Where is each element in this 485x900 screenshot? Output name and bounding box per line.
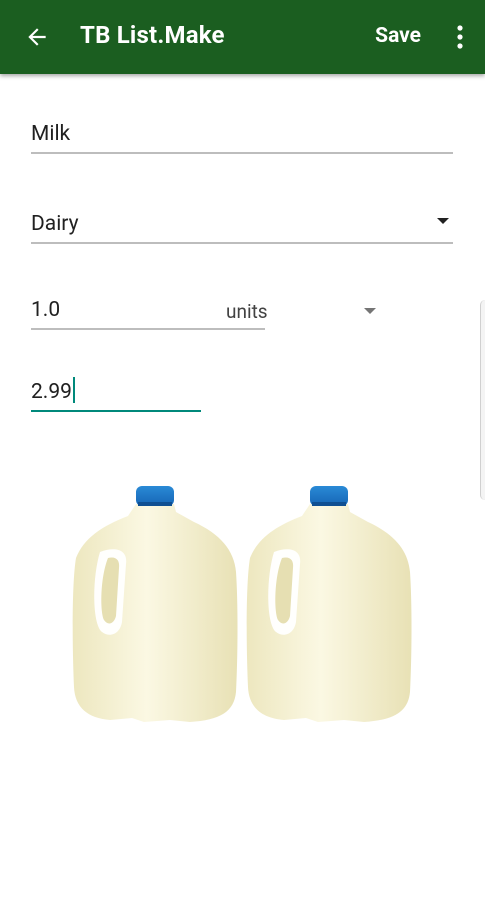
item-name-underline xyxy=(31,152,453,154)
save-button[interactable]: Save xyxy=(375,24,421,48)
category-dropdown[interactable]: Dairy xyxy=(31,202,453,244)
milk-jug-right xyxy=(246,486,412,722)
price-underline xyxy=(31,410,201,412)
app-bar: TB List.Make Save xyxy=(0,0,485,74)
unit-dropdown[interactable]: units xyxy=(226,300,268,323)
item-name-input[interactable]: Milk xyxy=(31,112,453,154)
milk-jug-left xyxy=(72,486,238,722)
quantity-underline xyxy=(31,328,265,330)
quantity-value: 1.0 xyxy=(31,298,61,322)
unit-dropdown-arrow-icon[interactable] xyxy=(364,308,376,314)
category-underline xyxy=(31,242,453,244)
price-value-wrap: 2.99 xyxy=(31,377,75,404)
milk-jugs-image xyxy=(72,486,412,722)
page-title: TB List.Make xyxy=(80,21,225,49)
overflow-menu-button[interactable] xyxy=(449,20,471,54)
price-value: 2.99 xyxy=(31,380,72,404)
back-button[interactable] xyxy=(18,18,56,56)
category-value: Dairy xyxy=(31,212,79,236)
arrow-left-icon xyxy=(28,28,46,46)
price-input[interactable]: 2.99 xyxy=(31,372,201,412)
text-cursor xyxy=(72,377,75,403)
more-vert-icon xyxy=(457,25,463,49)
edge-panel-handle[interactable] xyxy=(480,300,485,500)
dropdown-arrow-icon xyxy=(437,218,449,224)
item-name-value: Milk xyxy=(31,122,71,146)
